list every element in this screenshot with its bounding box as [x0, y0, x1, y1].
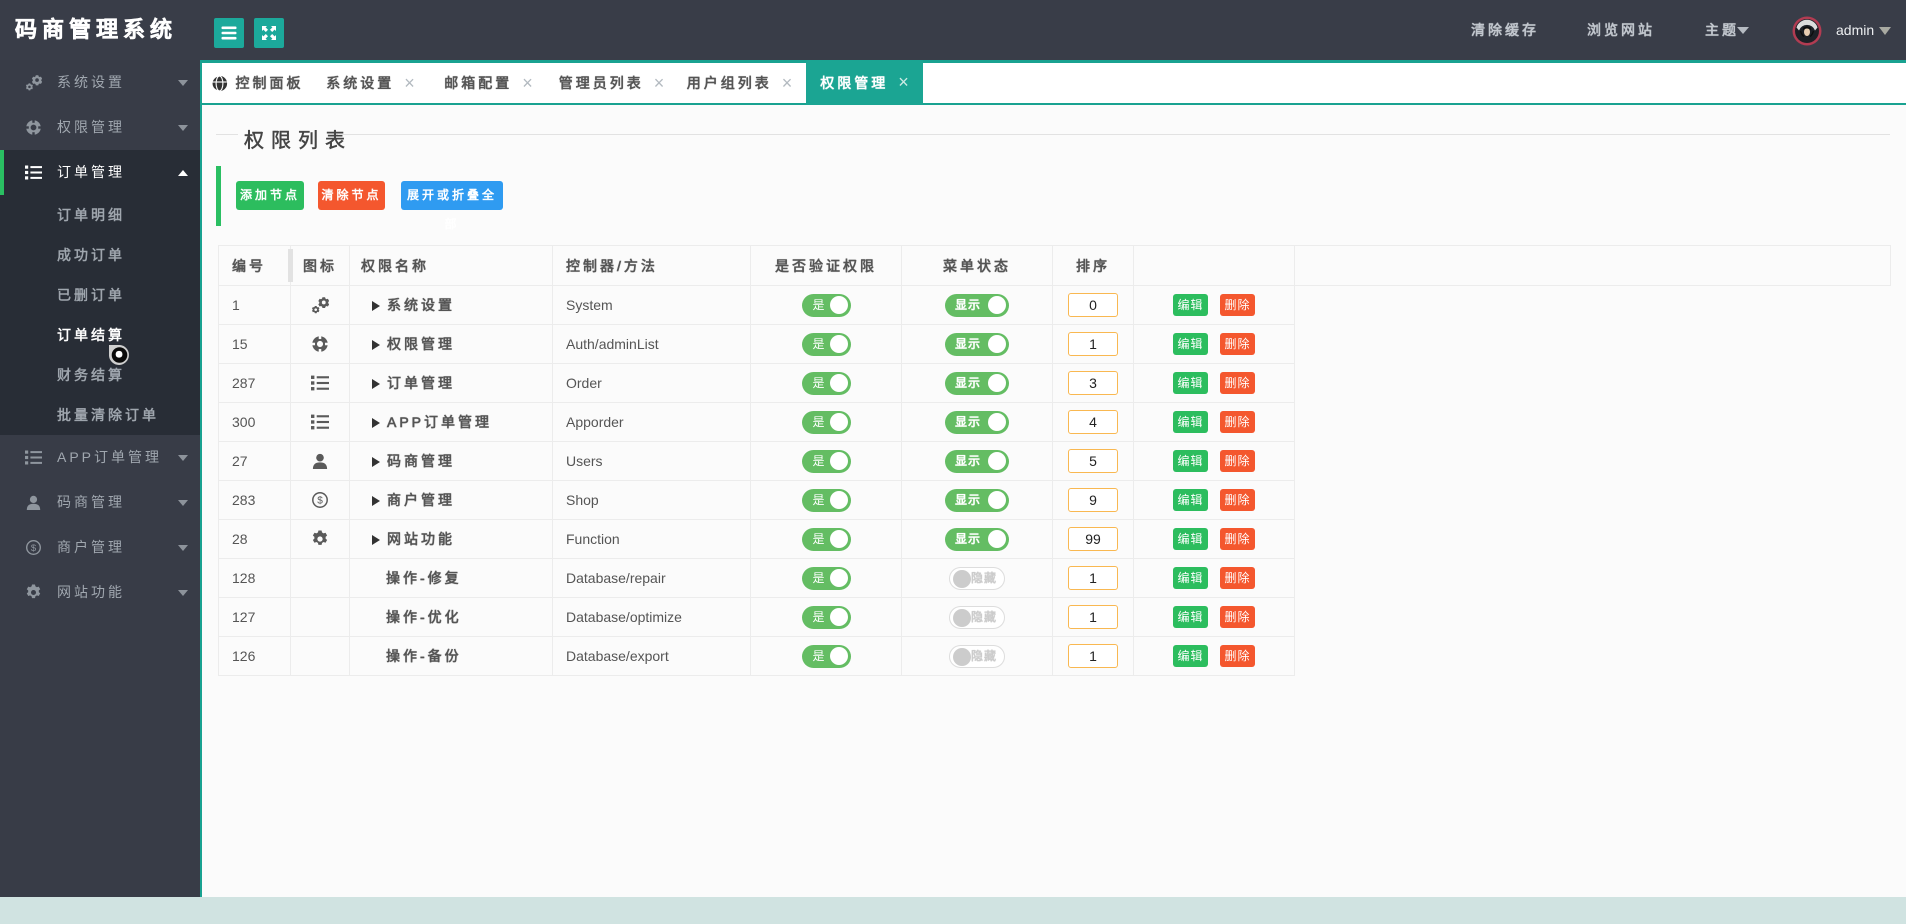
- svg-text:$: $: [31, 543, 37, 554]
- svg-text:$: $: [317, 496, 323, 507]
